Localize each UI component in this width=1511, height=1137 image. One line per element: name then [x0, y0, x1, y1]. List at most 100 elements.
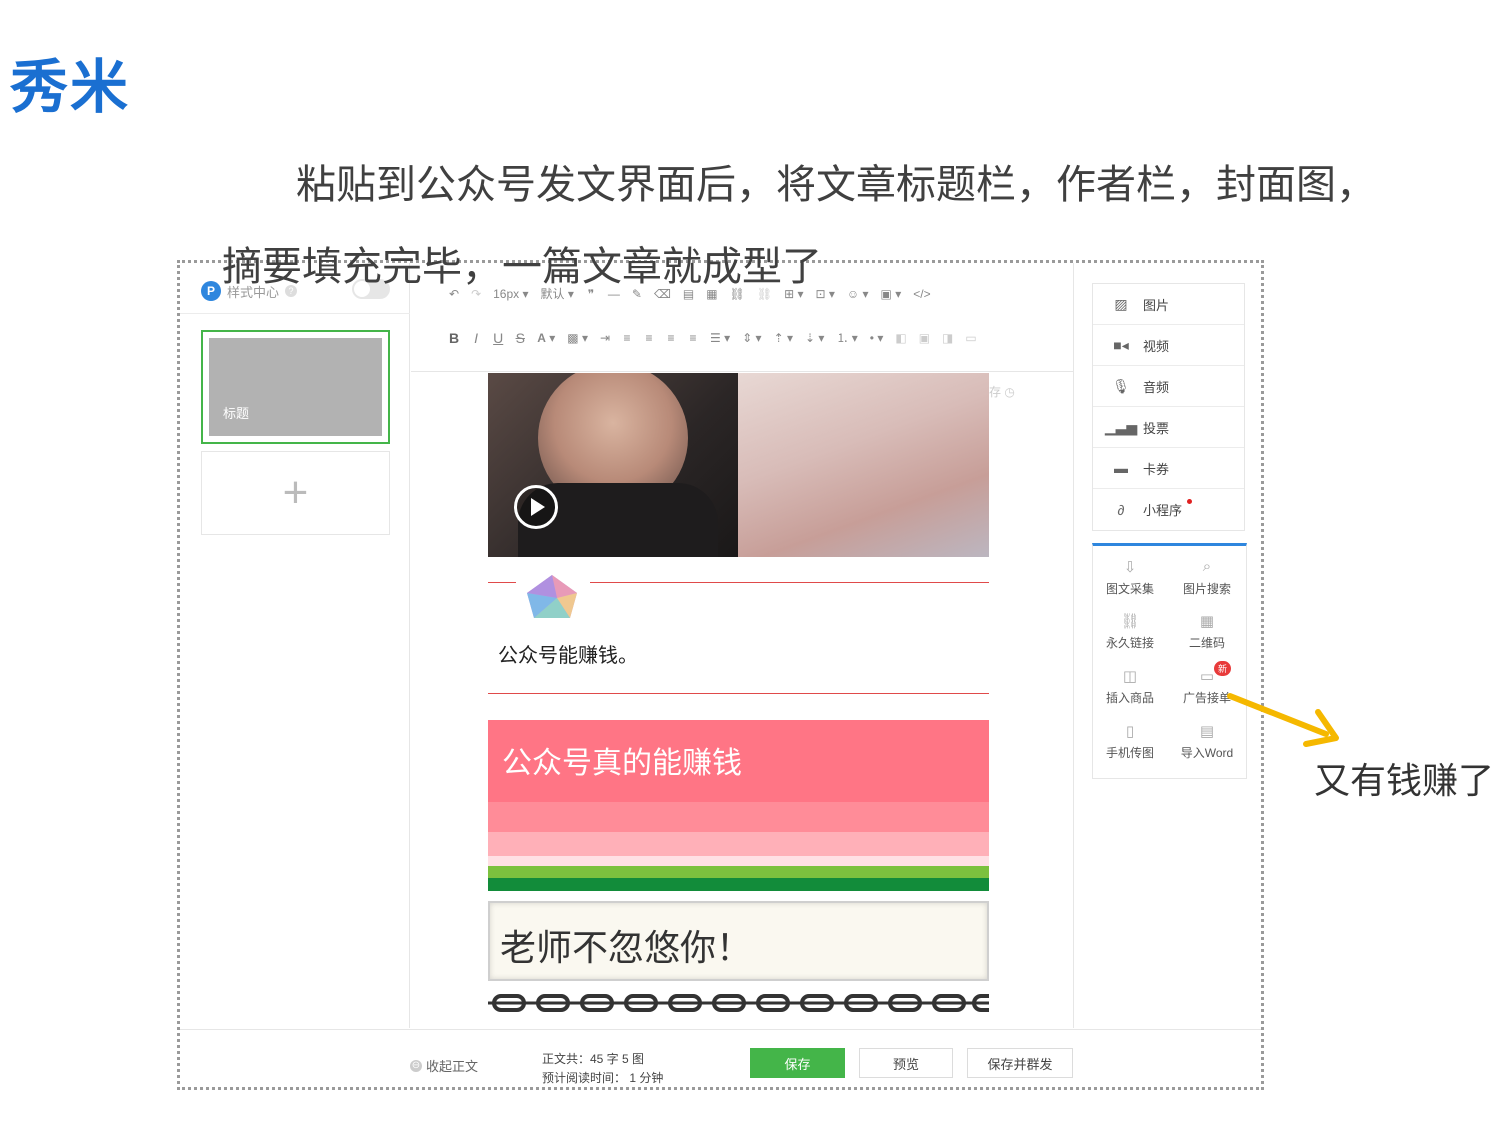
video-frame-right — [738, 373, 989, 557]
microphone-icon: 🎙 — [1112, 377, 1130, 394]
media-menu: ▨ 图片 ■◂ 视频 🎙 音频 ▁▃▅ 投票 ▬ 卡券 ∂ 小程序 — [1092, 283, 1245, 531]
article-thumbnail: 标题 — [209, 338, 382, 436]
align-center-icon[interactable]: ≡ — [644, 331, 654, 345]
insert-image-icon[interactable]: ▣ ▾ — [881, 287, 902, 301]
float-center-icon[interactable]: ▣ — [919, 331, 930, 345]
collapse-label: 收起正文 — [426, 1059, 479, 1074]
tool-label: 图文采集 — [1105, 582, 1154, 596]
preview-button[interactable]: 预览 — [859, 1048, 953, 1078]
media-item-video[interactable]: ■◂ 视频 — [1093, 325, 1244, 366]
video-frame-left — [488, 373, 738, 557]
tools-panel: ⇩ 图文采集 ⌕ 图片搜索 ⛓ 永久链接 ▦ 二维码 ◫ 插入商品 ▭ 广告接单 — [1092, 543, 1247, 779]
tool-phone-upload[interactable]: ▯ 手机传图 — [1095, 722, 1165, 761]
slide-title: 秀米 — [10, 53, 131, 121]
toolbar-row-2: B I U S A ▾ ▩ ▾ ⇥ ≡ ≡ ≡ ≡ ☰ ▾ ⇕ ▾ ⇡ ▾ ⇣ … — [449, 329, 977, 346]
chain-divider — [488, 994, 989, 1012]
tool-article-collect[interactable]: ⇩ 图文采集 — [1095, 558, 1165, 597]
collapse-icon: ⊖ — [410, 1059, 422, 1072]
body-text-line: 公众号能赚钱。 — [498, 645, 638, 667]
align-right-icon[interactable]: ≡ — [666, 331, 676, 345]
emoji-icon[interactable]: ☺ ▾ — [847, 287, 869, 301]
word-count: 正文共：45 字 5 图 — [542, 1052, 645, 1066]
ordered-list-icon[interactable]: ⒈ ▾ — [836, 329, 857, 346]
divider-line-top-left — [488, 582, 516, 583]
spacing-icon[interactable]: ☰ ▾ — [710, 331, 730, 345]
banner-text: 公众号真的能赚钱 — [502, 747, 742, 780]
media-item-label: 卡券 — [1143, 461, 1170, 477]
tool-label: 广告接单 — [1182, 691, 1231, 705]
video-icon: ■◂ — [1113, 336, 1129, 353]
align-left-icon[interactable]: ≡ — [622, 331, 632, 345]
tool-permalink[interactable]: ⛓ 永久链接 — [1095, 612, 1165, 651]
banner-wave — [488, 856, 989, 866]
paragraph-after-icon[interactable]: ⇣ ▾ — [805, 331, 824, 345]
underline-button[interactable]: U — [493, 330, 503, 346]
bag-icon: ◫ — [1122, 668, 1138, 685]
media-item-vote[interactable]: ▁▃▅ 投票 — [1093, 407, 1244, 448]
tool-label: 插入商品 — [1105, 691, 1154, 705]
background-color-icon[interactable]: ▩ ▾ — [567, 331, 588, 345]
font-color-letter: A — [537, 330, 546, 345]
article-card-selected[interactable]: 标题 — [201, 330, 390, 444]
media-item-audio[interactable]: 🎙 音频 — [1093, 366, 1244, 407]
note-text: 老师不忽悠你！ — [500, 927, 753, 968]
media-item-coupon[interactable]: ▬ 卡券 — [1093, 448, 1244, 489]
note-box: 老师不忽悠你！ — [488, 901, 989, 981]
pink-banner: 公众号真的能赚钱 — [488, 720, 989, 891]
collapse-body-button[interactable]: ⊖ 收起正文 — [410, 1056, 478, 1075]
banner-grass — [488, 866, 989, 878]
clock-icon: ◷ — [1004, 385, 1015, 399]
tool-label: 二维码 — [1188, 636, 1225, 650]
save-and-publish-button[interactable]: 保存并群发 — [967, 1048, 1073, 1078]
tool-image-search[interactable]: ⌕ 图片搜索 — [1172, 558, 1242, 597]
float-right-icon[interactable]: ◨ — [942, 331, 953, 345]
ad-icon: ▭ — [1199, 668, 1215, 685]
media-item-label: 小程序 — [1143, 503, 1183, 518]
bar-chart-icon: ▁▃▅ — [1104, 418, 1138, 435]
phone-icon: ▯ — [1125, 723, 1135, 740]
unordered-list-icon[interactable]: • ▾ — [870, 331, 884, 345]
tool-label: 手机传图 — [1105, 746, 1154, 760]
link-icon: ⛓ — [1120, 613, 1140, 630]
annotation-text: 又有钱赚了 — [1314, 761, 1495, 802]
float-none-icon[interactable]: ▭ — [965, 331, 976, 345]
insert-panel: ▨ 图片 ■◂ 视频 🎙 音频 ▁▃▅ 投票 ▬ 卡券 ∂ 小程序 ⇩ 图文采集… — [1073, 263, 1261, 1028]
paragraph-before-icon[interactable]: ⇡ ▾ — [774, 331, 793, 345]
strike-button[interactable]: S — [515, 330, 525, 346]
float-left-icon[interactable]: ◧ — [895, 331, 906, 345]
divider — [180, 313, 410, 314]
tool-insert-product[interactable]: ◫ 插入商品 — [1095, 667, 1165, 706]
media-item-image[interactable]: ▨ 图片 — [1093, 284, 1244, 325]
article-stats: 正文共：45 字 5 图 预计阅读时间： 1 分钟 — [542, 1050, 664, 1087]
media-item-mini-program[interactable]: ∂ 小程序 — [1093, 489, 1244, 530]
article-thumb-label: 标题 — [223, 406, 250, 421]
source-code-icon[interactable]: </> — [913, 287, 930, 301]
line-height-icon[interactable]: ⇕ ▾ — [742, 331, 761, 345]
divider-line-bottom — [488, 693, 989, 694]
caption-line-1: 粘贴到公众号发文界面后，将文章标题栏，作者栏，封面图， — [296, 162, 1376, 208]
download-icon: ⇩ — [1123, 559, 1137, 576]
media-item-label: 投票 — [1143, 420, 1170, 436]
indent-icon[interactable]: ⇥ — [600, 331, 610, 345]
editor-content[interactable]: 公众号能赚钱。 公众号真的能赚钱 老师不忽悠你！ — [488, 373, 989, 1028]
mini-program-icon: ∂ — [1117, 501, 1125, 518]
read-time: 预计阅读时间： 1 分钟 — [542, 1071, 664, 1085]
image-icon: ▨ — [1114, 295, 1128, 312]
tool-qrcode[interactable]: ▦ 二维码 — [1172, 612, 1242, 651]
add-article-button[interactable]: + — [201, 451, 390, 535]
play-icon[interactable] — [514, 485, 558, 529]
new-badge: 新 — [1214, 661, 1232, 676]
align-justify-icon[interactable]: ≡ — [688, 331, 698, 345]
new-dot — [1187, 499, 1192, 504]
qrcode-icon: ▦ — [1199, 613, 1215, 630]
font-color-button[interactable]: A ▾ — [537, 331, 555, 345]
p-logo-icon: P — [201, 281, 221, 301]
tool-label: 图片搜索 — [1182, 582, 1231, 596]
save-button[interactable]: 保存 — [750, 1048, 845, 1078]
banner-grass — [488, 878, 989, 891]
caption-line-2: 摘要填充完毕，一篇文章就成型了 — [222, 244, 822, 290]
italic-button[interactable]: I — [471, 330, 481, 346]
bold-button[interactable]: B — [449, 330, 459, 346]
video-embed[interactable] — [488, 373, 989, 557]
media-item-label: 音频 — [1143, 379, 1170, 395]
